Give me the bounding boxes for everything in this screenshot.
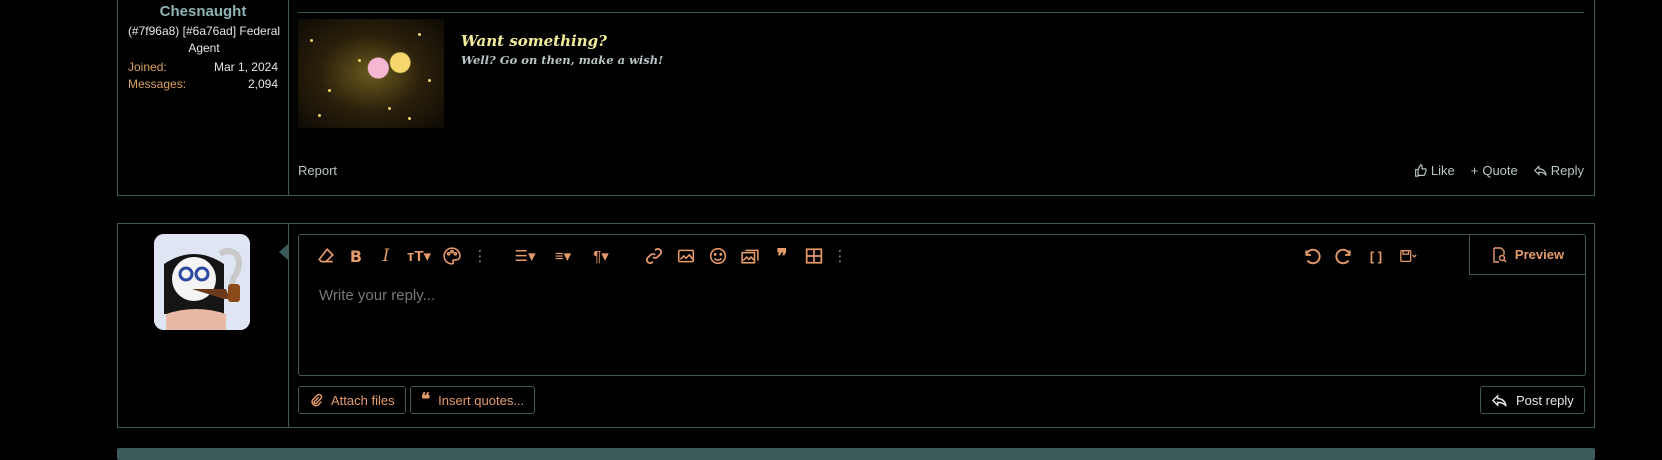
- brackets-icon: [ ]: [1369, 248, 1383, 264]
- post-actions: Like + Quote Reply: [1414, 163, 1584, 178]
- attach-files-button[interactable]: Attach files: [298, 386, 406, 414]
- user-stat-joined: Joined: Mar 1, 2024: [128, 60, 278, 76]
- reply-label: Reply: [1550, 163, 1584, 178]
- bold-icon: B: [349, 246, 363, 266]
- list-icon: ☰▾: [514, 248, 536, 265]
- like-button[interactable]: Like: [1414, 163, 1455, 178]
- undo-button[interactable]: [1301, 245, 1323, 267]
- undo-icon: [1305, 248, 1321, 265]
- quote-icon: ❝: [421, 390, 431, 410]
- stat-label: Joined:: [128, 60, 167, 74]
- emoji-button[interactable]: [707, 245, 729, 267]
- text-size-icon: тT▾: [406, 248, 432, 265]
- paperclip-icon: [311, 393, 323, 407]
- post-user-info: Chesnaught (#7f96a8) [#6a76ad] Federal A…: [118, 0, 289, 195]
- redo-button[interactable]: [1333, 245, 1355, 267]
- preview-button[interactable]: Preview: [1469, 235, 1585, 275]
- eraser-icon: [318, 247, 334, 263]
- quote-label: Quote: [1482, 163, 1518, 178]
- insert-quotes-label: Insert quotes...: [438, 392, 525, 408]
- reply-button[interactable]: Reply: [1533, 163, 1584, 178]
- image-icon: [677, 249, 695, 263]
- italic-icon: I: [382, 246, 390, 266]
- smile-icon: [709, 247, 727, 265]
- post-message: Chesnaught (#7f96a8) [#6a76ad] Federal A…: [117, 0, 1595, 196]
- signature-subtitle: Well? Go on then, make a wish!: [461, 53, 664, 67]
- table-icon: [805, 248, 823, 264]
- drafts-button[interactable]: [1393, 245, 1423, 267]
- clear-formatting-button[interactable]: [315, 245, 337, 267]
- editor-toolbar: B I тT▾ ⋮ ☰▾ ≡▾ ¶▾ ❞ ⋮ [] Preview: [299, 235, 1585, 275]
- paragraph-button[interactable]: ¶▾: [587, 245, 615, 267]
- media-gallery-icon: [741, 249, 759, 264]
- link-icon: [646, 248, 662, 264]
- next-section-bar: [117, 448, 1595, 460]
- color-button[interactable]: [441, 245, 463, 267]
- bbcode-toggle-button[interactable]: [ ]: [1365, 245, 1387, 267]
- signature-divider: [298, 12, 1584, 13]
- list-button[interactable]: ☰▾: [511, 245, 539, 267]
- stat-value: Mar 1, 2024: [213, 60, 278, 74]
- media-button[interactable]: [739, 245, 761, 267]
- signature-image: [298, 19, 444, 128]
- table-button[interactable]: [803, 245, 825, 267]
- thumbs-up-icon: [1414, 164, 1427, 177]
- reply-icon: [1533, 165, 1547, 176]
- more-insert-options-button[interactable]: ⋮: [829, 245, 851, 267]
- reply-editor[interactable]: B I тT▾ ⋮ ☰▾ ≡▾ ¶▾ ❞ ⋮ [] Preview Write…: [298, 234, 1586, 376]
- quick-reply: B I тT▾ ⋮ ☰▾ ≡▾ ¶▾ ❞ ⋮ [] Preview Write…: [117, 223, 1595, 428]
- palette-icon: [443, 247, 461, 265]
- redo-icon: [1335, 248, 1351, 265]
- text-size-button[interactable]: тT▾: [405, 245, 433, 267]
- user-title: (#7f96a8) [#6a76ad] Federal Agent: [127, 24, 281, 55]
- quote-icon: ❞: [776, 244, 788, 268]
- paragraph-icon: ¶▾: [593, 248, 609, 265]
- align-left-icon: ≡▾: [554, 248, 572, 265]
- more-text-options-button[interactable]: ⋮: [469, 245, 491, 267]
- username-link[interactable]: Chesnaught: [118, 3, 288, 20]
- vertical-dots-icon: ⋮: [472, 248, 488, 265]
- reply-textarea[interactable]: Write your reply...: [319, 287, 435, 304]
- stat-value: 2,094: [247, 77, 278, 91]
- align-button[interactable]: ≡▾: [549, 245, 577, 267]
- post-reply-label: Post reply: [1516, 392, 1574, 408]
- vertical-dots-icon: ⋮: [832, 248, 848, 265]
- avatar[interactable]: [154, 234, 250, 330]
- image-button[interactable]: [675, 245, 697, 267]
- user-stat-messages: Messages: 2,094: [128, 77, 278, 93]
- plus-icon: +: [1470, 163, 1479, 178]
- report-link[interactable]: Report: [298, 163, 337, 178]
- reply-icon: [1491, 393, 1507, 407]
- bold-button[interactable]: B: [345, 245, 367, 267]
- preview-label: Preview: [1514, 247, 1565, 262]
- preview-icon: [1493, 246, 1507, 263]
- like-label: Like: [1430, 163, 1455, 178]
- quote-block-button[interactable]: ❞: [771, 244, 793, 268]
- italic-button[interactable]: I: [375, 245, 397, 267]
- link-button[interactable]: [643, 245, 665, 267]
- save-draft-icon: [1400, 249, 1417, 263]
- insert-quotes-button[interactable]: ❝ Insert quotes...: [410, 386, 536, 414]
- quote-button[interactable]: + Quote: [1471, 163, 1518, 178]
- attach-files-label: Attach files: [331, 392, 395, 408]
- avatar-pointer: [279, 244, 288, 260]
- reply-user-info: [118, 224, 289, 427]
- signature-title: Want something?: [461, 32, 607, 50]
- post-reply-button[interactable]: Post reply: [1480, 386, 1585, 414]
- stat-label: Messages:: [128, 77, 187, 91]
